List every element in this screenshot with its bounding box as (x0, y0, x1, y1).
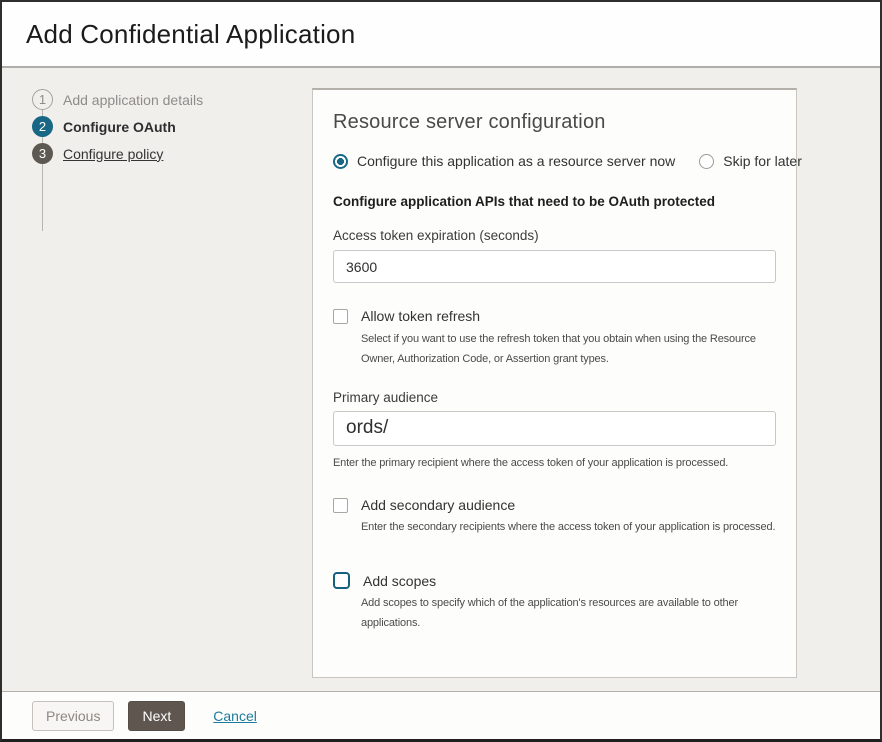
step-2-label: Configure OAuth (63, 119, 176, 135)
access-token-expiration-label: Access token expiration (seconds) (333, 228, 776, 243)
add-confidential-application-dialog: Add Confidential Application 1 Add appli… (0, 0, 882, 742)
next-button[interactable]: Next (128, 701, 185, 731)
add-secondary-audience-row: Add secondary audience (333, 497, 776, 513)
primary-audience-label: Primary audience (333, 390, 776, 405)
radio-configure-now-label[interactable]: Configure this application as a resource… (357, 153, 675, 169)
add-scopes-row: Add scopes (333, 572, 776, 589)
allow-token-refresh-checkbox[interactable] (333, 309, 348, 324)
radio-skip-for-later-label[interactable]: Skip for later (723, 153, 802, 169)
add-secondary-audience-label[interactable]: Add secondary audience (361, 497, 515, 513)
add-secondary-audience-checkbox[interactable] (333, 498, 348, 513)
step-add-application-details: 1 Add application details (32, 89, 203, 110)
radio-configure-now[interactable] (333, 154, 348, 169)
add-secondary-audience-help: Enter the secondary recipients where the… (361, 518, 776, 538)
primary-audience-input[interactable] (333, 411, 776, 446)
step-2-circle: 2 (32, 116, 53, 137)
resource-server-radio-group: Configure this application as a resource… (333, 153, 776, 169)
step-1-label: Add application details (63, 92, 203, 108)
step-configure-policy[interactable]: 3 Configure policy (32, 143, 203, 164)
page-title: Add Confidential Application (26, 19, 355, 50)
radio-skip-group: Skip for later (699, 153, 802, 169)
previous-button[interactable]: Previous (32, 701, 114, 731)
step-configure-oauth: 2 Configure OAuth (32, 116, 203, 137)
add-scopes-checkbox[interactable] (333, 572, 350, 589)
allow-token-refresh-help: Select if you want to use the refresh to… (361, 330, 776, 370)
dialog-header: Add Confidential Application (2, 2, 880, 68)
oauth-protected-section-heading: Configure application APIs that need to … (333, 194, 776, 209)
allow-token-refresh-row: Allow token refresh (333, 308, 776, 324)
panel-title: Resource server configuration (333, 111, 776, 134)
add-scopes-help: Add scopes to specify which of the appli… (361, 594, 761, 634)
primary-audience-help: Enter the primary recipient where the ac… (333, 454, 776, 474)
radio-skip-for-later[interactable] (699, 154, 714, 169)
resource-server-configuration-panel: Resource server configuration Configure … (312, 88, 797, 678)
allow-token-refresh-label[interactable]: Allow token refresh (361, 308, 480, 324)
step-3-link[interactable]: Configure policy (63, 146, 163, 162)
dialog-footer: Previous Next Cancel (2, 691, 880, 739)
cancel-link[interactable]: Cancel (213, 708, 257, 724)
step-3-circle: 3 (32, 143, 53, 164)
step-1-circle: 1 (32, 89, 53, 110)
access-token-expiration-input[interactable] (333, 250, 776, 283)
wizard-step-list: 1 Add application details 2 Configure OA… (32, 89, 203, 170)
add-scopes-label[interactable]: Add scopes (363, 573, 436, 589)
